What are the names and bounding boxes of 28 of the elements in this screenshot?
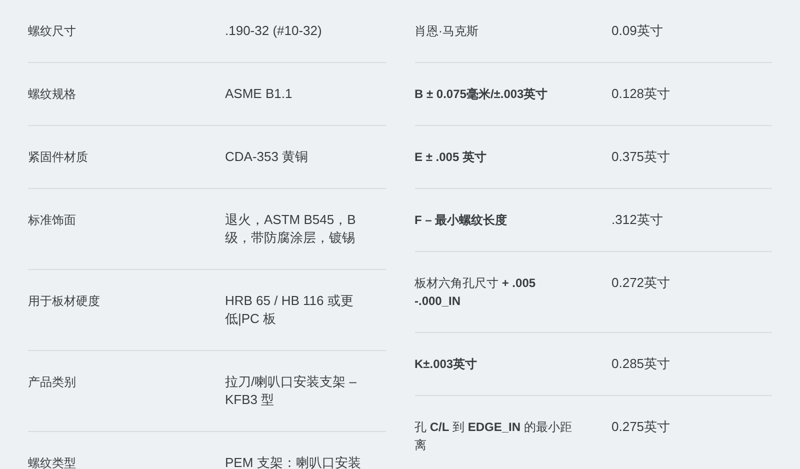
spec-label: 板材六角孔尺寸 + .005 -.000_IN (414, 276, 536, 308)
spec-value: 退火，ASTM B545，B级，带防腐涂层，镀锡 (225, 211, 357, 247)
spec-value: HRB 65 / HB 116 或更低|PC 板 (225, 292, 354, 328)
spec-value: 拉刀/喇叭口安装支架 – KFB3 型 (225, 373, 358, 409)
spec-label: 螺纹规格 (28, 87, 76, 101)
spec-value: .312英寸 (612, 211, 664, 229)
spec-value: 0.128英寸 (612, 85, 672, 103)
spec-value: .190-32 (#10-32) (225, 22, 323, 40)
spec-label: 螺纹尺寸 (28, 24, 76, 38)
spec-label: F – 最小螺纹长度 (414, 213, 508, 227)
spec-label: E ± .005 英寸 (414, 150, 486, 164)
spec-label: 肖恩·马克斯 (414, 24, 478, 38)
spec-label: B ± 0.075毫米/±.003英寸 (414, 87, 548, 101)
spec-value: 0.275英寸 (612, 418, 672, 436)
spec-value: ASME B1.1 (225, 85, 294, 103)
spec-value: CDA-353 黄铜 (225, 148, 310, 166)
spec-value: PEM 支架：喇叭口安装 (225, 454, 362, 469)
spec-value: 0.272英寸 (612, 274, 672, 292)
spec-label: 产品类别 (28, 375, 76, 389)
spec-label: 孔 C/L 到 EDGE_IN 的最小距离 (414, 420, 572, 452)
spec-value: 0.09英寸 (612, 22, 664, 40)
spec-label: 紧固件材质 (28, 150, 88, 164)
spec-value: 0.375英寸 (612, 148, 672, 166)
spec-label: 螺纹类型 (28, 456, 76, 469)
spec-value: 0.285英寸 (612, 355, 672, 373)
spec-label: K±.003英寸 (414, 357, 478, 371)
spec-label: 用于板材硬度 (28, 294, 100, 308)
spec-label: 标准饰面 (28, 213, 76, 227)
